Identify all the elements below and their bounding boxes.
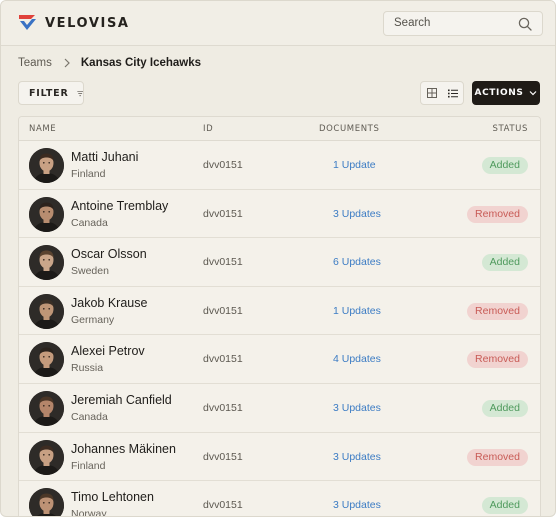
player-country: Germany bbox=[71, 313, 115, 326]
status-badge: Removed bbox=[467, 448, 528, 466]
table-row[interactable]: Jeremiah Canfield Canada dvv0151 3 Updates A… bbox=[19, 384, 540, 433]
documents-link[interactable]: 3 Updates bbox=[333, 451, 381, 463]
grid-view-button[interactable] bbox=[421, 82, 442, 104]
table-header: NAME ID DOCUMENTS STATUS bbox=[19, 117, 540, 141]
chevron-right-icon bbox=[63, 58, 71, 68]
documents-link[interactable]: 6 Updates bbox=[333, 256, 381, 268]
actions-button[interactable]: ACTIONS bbox=[472, 81, 540, 105]
player-name[interactable]: Jeremiah Canfield bbox=[71, 393, 172, 407]
player-id: dvv0151 bbox=[203, 304, 243, 317]
chevron-down-icon bbox=[530, 91, 537, 96]
grid-icon bbox=[426, 88, 437, 98]
velovisa-logo-icon bbox=[19, 15, 36, 30]
column-header-status[interactable]: STATUS bbox=[493, 124, 529, 134]
player-country: Canada bbox=[71, 410, 108, 423]
documents-link[interactable]: 4 Updates bbox=[333, 353, 381, 365]
documents-link[interactable]: 3 Updates bbox=[333, 208, 381, 220]
status-badge: Added bbox=[481, 497, 528, 515]
status-badge: Added bbox=[481, 399, 528, 417]
player-name[interactable]: Timo Lehtonen bbox=[71, 490, 154, 504]
player-id: dvv0151 bbox=[203, 401, 243, 414]
table-row[interactable]: Matti Juhani Finland dvv0151 1 Update Added bbox=[19, 141, 540, 190]
table-row[interactable]: Antoine Tremblay Canada dvv0151 3 Updates Re… bbox=[19, 190, 540, 239]
filter-icon bbox=[76, 90, 83, 96]
player-name[interactable]: Alexei Petrov bbox=[71, 344, 145, 358]
breadcrumb-current: Kansas City Icehawks bbox=[80, 57, 202, 69]
player-name[interactable]: Matti Juhani bbox=[71, 150, 138, 164]
documents-link[interactable]: 1 Update bbox=[333, 159, 376, 171]
player-id: dvv0151 bbox=[203, 159, 243, 171]
player-country: Finland bbox=[71, 459, 106, 472]
player-id: dvv0151 bbox=[203, 353, 243, 366]
avatar bbox=[29, 148, 64, 183]
status-badge: Removed bbox=[467, 351, 528, 369]
player-id: dvv0151 bbox=[203, 499, 243, 512]
breadcrumb: Teams Kansas City Icehawks bbox=[18, 57, 201, 69]
documents-link[interactable]: 3 Updates bbox=[333, 402, 381, 414]
filter-label: FILTER bbox=[29, 87, 69, 99]
avatar bbox=[29, 390, 64, 426]
status-badge: Removed bbox=[467, 205, 528, 223]
player-id: dvv0151 bbox=[203, 450, 243, 463]
brand-name: VELOVISA bbox=[45, 15, 130, 31]
players-table: NAME ID DOCUMENTS STATUS Matti Juhani Fin… bbox=[18, 116, 541, 517]
search-icon bbox=[518, 17, 532, 31]
top-bar: VELOVISA Search bbox=[1, 1, 555, 46]
player-name[interactable]: Johannes Mäkinen bbox=[71, 442, 176, 456]
table-row[interactable]: Jakob Krause Germany dvv0151 1 Updates Remov… bbox=[19, 287, 540, 336]
status-badge: Added bbox=[481, 157, 528, 174]
filter-button[interactable]: FILTER bbox=[18, 81, 84, 105]
column-header-name[interactable]: NAME bbox=[29, 124, 56, 134]
avatar bbox=[29, 439, 64, 475]
search-input[interactable]: Search bbox=[383, 11, 543, 36]
documents-link[interactable]: 1 Updates bbox=[333, 305, 381, 317]
table-body: Matti Juhani Finland dvv0151 1 Update Added A… bbox=[19, 141, 540, 517]
player-country: Canada bbox=[71, 216, 108, 229]
player-name[interactable]: Oscar Olsson bbox=[71, 247, 147, 261]
documents-link[interactable]: 3 Updates bbox=[333, 499, 381, 511]
table-row[interactable]: Alexei Petrov Russia dvv0151 4 Updates Remov… bbox=[19, 335, 540, 384]
status-badge: Removed bbox=[467, 302, 528, 320]
status-badge: Added bbox=[481, 254, 528, 272]
player-name[interactable]: Jakob Krause bbox=[71, 296, 147, 310]
player-country: Norway bbox=[71, 508, 107, 517]
brand-logo[interactable]: VELOVISA bbox=[18, 13, 130, 33]
player-name[interactable]: Antoine Tremblay bbox=[71, 199, 168, 213]
avatar bbox=[29, 196, 64, 232]
table-row[interactable]: Johannes Mäkinen Finland dvv0151 3 Updates R… bbox=[19, 433, 540, 482]
avatar bbox=[29, 293, 64, 329]
column-header-documents[interactable]: DOCUMENTS bbox=[319, 124, 379, 134]
search-placeholder: Search bbox=[394, 17, 431, 29]
avatar bbox=[29, 245, 64, 281]
player-country: Finland bbox=[71, 168, 106, 180]
breadcrumb-teams-link[interactable]: Teams bbox=[18, 57, 52, 69]
player-id: dvv0151 bbox=[203, 207, 243, 220]
player-id: dvv0151 bbox=[203, 256, 243, 269]
column-header-id[interactable]: ID bbox=[203, 124, 213, 134]
avatar bbox=[29, 342, 64, 378]
player-country: Sweden bbox=[71, 265, 109, 278]
player-country: Russia bbox=[71, 362, 104, 375]
actions-label: ACTIONS bbox=[474, 88, 524, 98]
view-toggle bbox=[420, 81, 464, 105]
list-view-button[interactable] bbox=[442, 82, 463, 104]
app-window: VELOVISA Search Teams Kansas City Icehaw… bbox=[0, 0, 556, 517]
table-row[interactable]: Timo Lehtonen Norway dvv0151 3 Updates Added bbox=[19, 481, 540, 517]
list-icon bbox=[447, 89, 458, 97]
avatar bbox=[29, 488, 64, 516]
table-row[interactable]: Oscar Olsson Sweden dvv0151 6 Updates Added bbox=[19, 238, 540, 287]
